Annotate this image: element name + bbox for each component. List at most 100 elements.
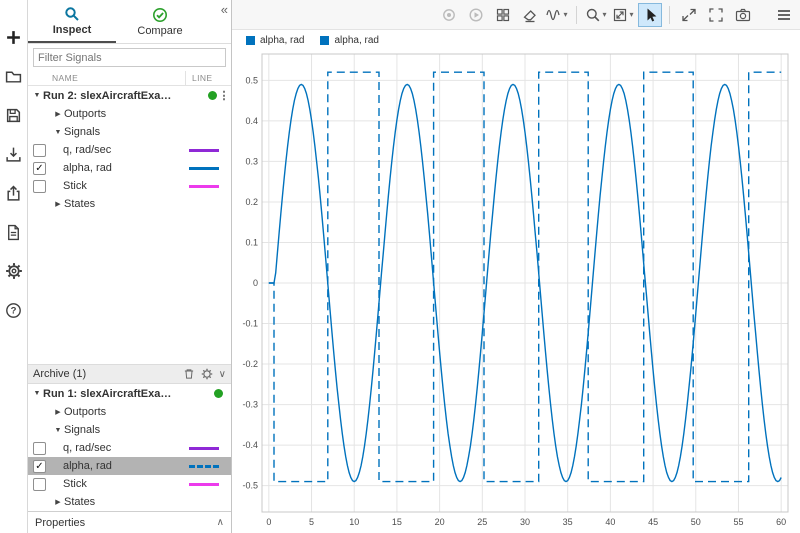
save-icon	[5, 107, 22, 124]
signal-row-alpha-selected[interactable]: ✓ alpha, rad	[28, 457, 231, 475]
signal-trace-button[interactable]: ▾	[545, 3, 569, 27]
expand-button[interactable]	[677, 3, 701, 27]
expander-icon[interactable]: ▶	[52, 498, 64, 506]
run-status-dot	[208, 91, 217, 100]
expander-icon[interactable]: ▼	[31, 92, 43, 99]
legend-item-run2-alpha[interactable]: alpha, rad	[246, 35, 304, 46]
properties-collapse-icon[interactable]: ∧	[217, 517, 224, 528]
x-tick-label: 20	[435, 517, 445, 527]
expander-icon[interactable]: ▼	[31, 390, 43, 397]
plot-legend: alpha, rad alpha, rad	[232, 30, 800, 50]
checkbox[interactable]	[33, 180, 46, 193]
snapshot-button[interactable]	[731, 3, 755, 27]
report-icon	[5, 224, 22, 241]
fullscreen-icon	[708, 7, 724, 23]
delete-archive-button[interactable]	[183, 368, 195, 380]
layout-button[interactable]	[491, 3, 515, 27]
import-button[interactable]	[3, 143, 25, 165]
signal-plot[interactable]: 0510152025303540455055600.50.40.30.20.10…	[232, 50, 798, 533]
line-swatch	[189, 167, 219, 170]
y-tick-label: -0.5	[242, 481, 258, 491]
gear-icon	[201, 368, 213, 380]
fit-view-icon	[612, 7, 628, 23]
signal-row-stick[interactable]: Stick	[28, 475, 231, 493]
tab-compare[interactable]: Compare	[116, 0, 204, 43]
x-tick-label: 40	[605, 517, 615, 527]
archive-settings-button[interactable]	[201, 368, 213, 380]
group-row-states[interactable]: ▶ States	[28, 493, 231, 511]
svg-text:?: ?	[11, 305, 17, 316]
menu-icon	[776, 7, 792, 23]
group-row-states[interactable]: ▶ States	[28, 195, 231, 213]
filter-signals-wrap	[28, 44, 231, 71]
y-tick-label: -0.3	[242, 400, 258, 410]
preferences-button[interactable]	[3, 260, 25, 282]
help-button[interactable]: ?	[3, 299, 25, 321]
mode-tabs: Inspect Compare «	[28, 0, 231, 44]
fullscreen-button[interactable]	[704, 3, 728, 27]
archive-header[interactable]: Archive (1) ∨	[28, 364, 231, 384]
camera-icon	[735, 7, 751, 23]
signal-row-stick[interactable]: Stick	[28, 177, 231, 195]
line-swatch	[189, 185, 219, 188]
legend-label: alpha, rad	[260, 35, 304, 46]
menu-button[interactable]	[772, 3, 796, 27]
new-button[interactable]	[3, 26, 25, 48]
checkbox[interactable]	[33, 478, 46, 491]
legend-item-run1-alpha[interactable]: alpha, rad	[320, 35, 378, 46]
properties-bar[interactable]: Properties ∧	[28, 511, 231, 533]
y-tick-label: 0.3	[245, 156, 258, 166]
create-report-button[interactable]	[3, 221, 25, 243]
simulation-data-inspector-window: ? Inspect Compare « NAME LINE ▼ Run 2: s…	[0, 0, 800, 533]
x-tick-label: 15	[392, 517, 402, 527]
export-icon	[5, 185, 22, 202]
help-icon: ?	[5, 302, 22, 319]
group-row-signals[interactable]: ▼ Signals	[28, 123, 231, 141]
pointer-button[interactable]	[638, 3, 662, 27]
tab-compare-label: Compare	[137, 25, 182, 37]
legend-label: alpha, rad	[334, 35, 378, 46]
open-button[interactable]	[3, 65, 25, 87]
x-tick-label: 30	[520, 517, 530, 527]
x-tick-label: 10	[349, 517, 359, 527]
run-row-run1[interactable]: ▼ Run 1: slexAircraftExample	[28, 384, 231, 403]
y-tick-label: -0.4	[242, 440, 258, 450]
fit-to-view-button[interactable]: ▾	[611, 3, 635, 27]
signal-row-q[interactable]: q, rad/sec	[28, 439, 231, 457]
expander-icon[interactable]: ▼	[52, 427, 64, 434]
filter-signals-input[interactable]	[33, 48, 226, 67]
archive-collapse-icon[interactable]: ∨	[219, 369, 226, 380]
checkbox[interactable]	[33, 442, 46, 455]
clear-plots-button[interactable]	[518, 3, 542, 27]
y-tick-label: -0.1	[242, 319, 258, 329]
eraser-icon	[522, 7, 538, 23]
run-row-run2[interactable]: ▼ Run 2: slexAircraftExample[Current] ⋮	[28, 86, 231, 105]
save-button[interactable]	[3, 104, 25, 126]
expander-icon[interactable]: ▶	[52, 200, 64, 208]
group-row-signals[interactable]: ▼ Signals	[28, 421, 231, 439]
signal-row-alpha[interactable]: ✓ alpha, rad	[28, 159, 231, 177]
y-tick-label: 0.4	[245, 116, 258, 126]
y-tick-label: 0.2	[245, 197, 258, 207]
folder-icon	[5, 68, 22, 85]
group-row-outports[interactable]: ▶ Outports	[28, 403, 231, 421]
kebab-menu-icon[interactable]: ⋮	[217, 89, 231, 102]
export-button[interactable]	[3, 182, 25, 204]
expander-icon[interactable]: ▶	[52, 408, 64, 416]
check-circle-icon	[152, 7, 168, 23]
record-button[interactable]	[437, 3, 461, 27]
playback-button[interactable]	[464, 3, 488, 27]
signal-row-q[interactable]: q, rad/sec	[28, 141, 231, 159]
group-row-outports[interactable]: ▶ Outports	[28, 105, 231, 123]
zoom-button[interactable]: ▾	[584, 3, 608, 27]
tab-inspect[interactable]: Inspect	[28, 0, 116, 43]
expander-icon[interactable]: ▶	[52, 110, 64, 118]
expander-icon[interactable]: ▼	[52, 129, 64, 136]
line-swatch	[189, 483, 219, 486]
checkbox[interactable]	[33, 144, 46, 157]
x-tick-label: 60	[776, 517, 786, 527]
checkbox[interactable]: ✓	[33, 162, 46, 175]
collapse-sidebar-icon[interactable]: «	[221, 2, 228, 17]
sidebar-spacer	[28, 213, 231, 364]
checkbox[interactable]: ✓	[33, 460, 46, 473]
